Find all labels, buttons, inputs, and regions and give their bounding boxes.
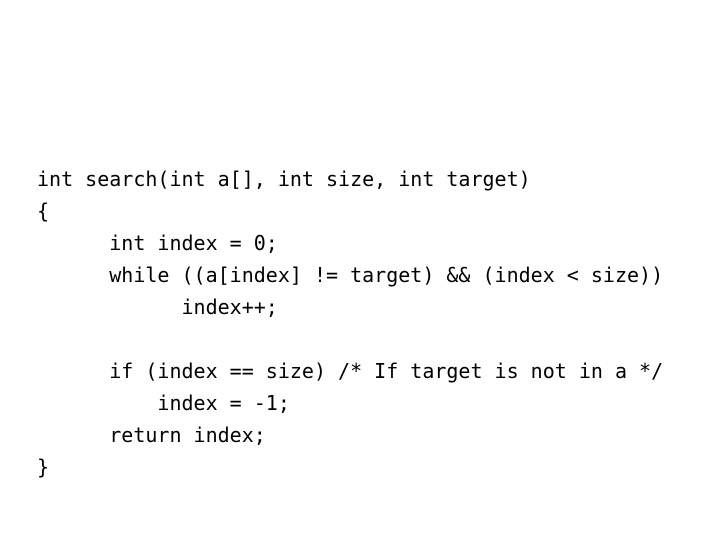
code-line: index++; <box>181 295 278 319</box>
code-line: { <box>37 199 50 223</box>
code-listing: int search(int a[], int size, int target… <box>37 163 697 483</box>
code-line: if (index == size) /* If target is not i… <box>109 359 664 383</box>
code-line: } <box>37 455 50 479</box>
slide-canvas: int search(int a[], int size, int target… <box>0 0 720 540</box>
code-line: int index = 0; <box>109 231 278 255</box>
code-lines: int search(int a[], int size, int target… <box>37 163 697 483</box>
code-line: int search(int a[], int size, int target… <box>37 167 531 191</box>
code-line: while ((a[index] != target) && (index < … <box>109 263 664 287</box>
code-line: return index; <box>109 423 266 447</box>
code-line: index = -1; <box>157 391 290 415</box>
